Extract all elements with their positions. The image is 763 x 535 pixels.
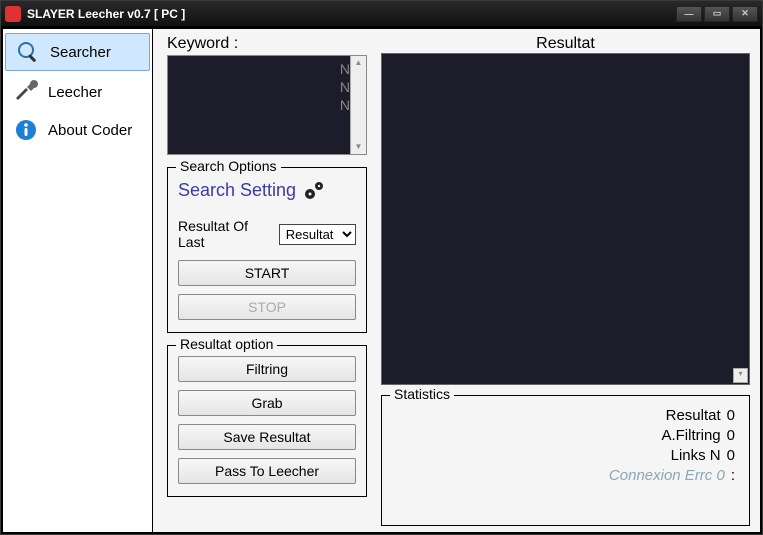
right-column: Resultat ▾ Statistics Resultat 0 A.Filtri… [381, 35, 750, 526]
stat-label: Connexion Errc 0 [609, 466, 725, 486]
keyword-input[interactable]: N N N ▲ ▼ [167, 55, 367, 155]
statistics-group: Statistics Resultat0 A.Filtring0 Links N… [381, 395, 750, 526]
stat-value: : [731, 466, 735, 486]
group-title: Resultat option [176, 336, 277, 352]
window-title: SLAYER Leecher v0.7 [ PC ] [27, 7, 185, 21]
left-column: Keyword : N N N ▲ ▼ Search Options [167, 35, 367, 526]
close-button[interactable]: ✕ [732, 6, 758, 22]
group-title: Search Options [176, 158, 281, 174]
stat-value: 0 [727, 406, 735, 426]
minimize-button[interactable]: — [676, 6, 702, 22]
sidebar: Searcher Leecher About Coder [3, 29, 153, 532]
resultat-combo[interactable]: Resultat [279, 224, 356, 245]
ghost-text: N N N [340, 60, 350, 114]
resultat-output[interactable]: ▾ [381, 53, 750, 385]
sidebar-item-searcher[interactable]: Searcher [5, 33, 150, 71]
scrollbar[interactable]: ▲ ▼ [350, 56, 366, 154]
filtring-button[interactable]: Filtring [178, 356, 356, 382]
app-icon [5, 6, 21, 22]
scroll-corner-icon[interactable]: ▾ [733, 368, 748, 383]
client-area: Searcher Leecher About Coder Keyword : N… [1, 27, 762, 534]
main-window: SLAYER Leecher v0.7 [ PC ] — ▭ ✕ Searche… [0, 0, 763, 535]
sidebar-item-leecher[interactable]: Leecher [3, 73, 152, 111]
stat-label: Resultat [666, 406, 721, 426]
sidebar-item-about[interactable]: About Coder [3, 111, 152, 149]
stop-button: STOP [178, 294, 356, 320]
start-button[interactable]: START [178, 260, 356, 286]
save-resultat-button[interactable]: Save Resultat [178, 424, 356, 450]
search-setting-link[interactable]: Search Setting [178, 178, 356, 202]
scroll-up-icon[interactable]: ▲ [355, 56, 363, 70]
titlebar: SLAYER Leecher v0.7 [ PC ] — ▭ ✕ [1, 1, 762, 27]
pass-to-leecher-button[interactable]: Pass To Leecher [178, 458, 356, 484]
resultat-label: Resultat [381, 35, 750, 53]
resultat-of-last-row: Resultat Of Last Resultat [178, 218, 356, 250]
stat-value: 0 [727, 446, 735, 466]
main-panel: Keyword : N N N ▲ ▼ Search Options [153, 29, 760, 532]
stat-value: 0 [727, 426, 735, 446]
gear-icon [302, 178, 326, 202]
search-icon [16, 40, 40, 64]
sidebar-item-label: Searcher [50, 44, 111, 61]
stat-label: Links N [671, 446, 721, 466]
maximize-button[interactable]: ▭ [704, 6, 730, 22]
grab-button[interactable]: Grab [178, 390, 356, 416]
search-options-group: Search Options Search Setting Resultat O… [167, 167, 367, 333]
scroll-down-icon[interactable]: ▼ [355, 140, 363, 154]
sidebar-item-label: About Coder [48, 122, 132, 139]
info-icon [14, 118, 38, 142]
resultat-of-last-label: Resultat Of Last [178, 218, 275, 250]
sidebar-item-label: Leecher [48, 84, 102, 101]
tools-icon [14, 80, 38, 104]
keyword-label: Keyword : [167, 35, 367, 53]
stat-label: A.Filtring [661, 426, 720, 446]
group-title: Statistics [390, 386, 454, 402]
resultat-option-group: Resultat option Filtring Grab Save Resul… [167, 345, 367, 497]
